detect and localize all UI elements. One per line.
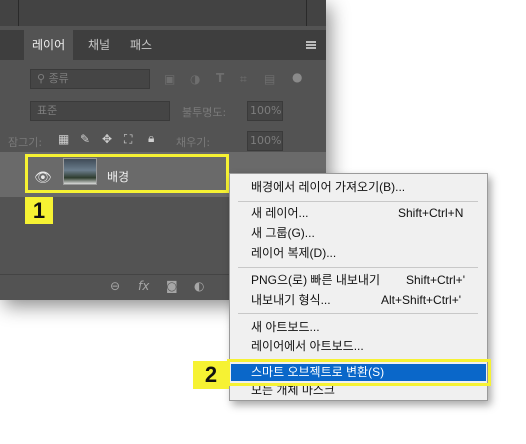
lock-brush-icon[interactable]: ✎	[80, 132, 90, 146]
smart-object-filter-icon[interactable]: ▤	[264, 72, 275, 86]
divider	[18, 0, 19, 26]
panel-menu-icon[interactable]	[306, 41, 316, 49]
filter-kind-label: 종류	[48, 72, 69, 85]
menu-item-new-group[interactable]: 새 그룹(G)...	[231, 225, 486, 242]
tab-layers[interactable]: 레이어	[24, 30, 74, 60]
menu-item-label: PNG으(로) 빠른 내보내기	[251, 273, 380, 287]
menu-separator	[238, 201, 478, 202]
menu-item-export-as[interactable]: 내보내기 형식... Alt+Shift+Ctrl+'	[231, 292, 486, 309]
menu-item-label: 레이어 복제(D)...	[251, 246, 337, 260]
lock-all-icon[interactable]: 🔒︎	[148, 131, 154, 146]
adjustment-icon[interactable]: ◐	[194, 279, 204, 293]
fill-field[interactable]: 100%	[247, 131, 283, 151]
fx-icon[interactable]: fx	[138, 279, 149, 293]
adjustment-filter-icon[interactable]: ◑	[190, 72, 200, 86]
menu-item-label: 배경에서 레이어 가져오기(B)...	[251, 180, 406, 194]
shape-filter-icon[interactable]: ⌗	[240, 72, 247, 87]
menu-item-label: 새 레이어...	[251, 206, 309, 220]
menu-separator	[238, 313, 478, 314]
panel-tabs: 레이어 채널 패스	[0, 30, 326, 60]
tab-paths[interactable]: 패스	[122, 30, 160, 60]
menu-item-shortcut: Shift+Ctrl+N	[398, 206, 464, 220]
menu-item-shortcut: Alt+Shift+Ctrl+'	[381, 293, 461, 307]
layer-highlight-box	[25, 154, 229, 193]
image-filter-icon[interactable]: ▣	[164, 72, 175, 86]
menu-item-duplicate-layer[interactable]: 레이어 복제(D)...	[231, 245, 486, 262]
filter-toggle-icon[interactable]: ●	[292, 70, 302, 84]
step-2-badge: 2	[193, 361, 229, 389]
blend-mode-select[interactable]: 표준	[30, 101, 170, 121]
menu-item-quick-export-png[interactable]: PNG으(로) 빠른 내보내기 Shift+Ctrl+'	[231, 272, 486, 289]
menu-item-shortcut: Shift+Ctrl+'	[406, 273, 465, 287]
menu-item-label: 레이어에서 아트보드...	[251, 339, 364, 353]
menu-separator	[238, 267, 478, 268]
panel-top-strip	[0, 0, 326, 26]
menu-item-label: 새 그룹(G)...	[251, 226, 315, 240]
fill-label: 채우기:	[176, 136, 211, 149]
mask-icon[interactable]: ◙	[166, 279, 178, 293]
menu-item-artboard-from-layers[interactable]: 레이어에서 아트보드...	[231, 338, 486, 355]
menu-item-new-layer[interactable]: 새 레이어... Shift+Ctrl+N	[231, 205, 486, 222]
menu-item-label: 새 아트보드...	[251, 320, 320, 334]
opacity-label: 불투명도:	[182, 106, 227, 119]
link-icon[interactable]: ⊖	[110, 279, 120, 293]
step-1-badge: 1	[25, 197, 53, 224]
lock-label: 잠그기:	[8, 136, 43, 149]
menu-item-label: 내보내기 형식...	[251, 293, 331, 307]
lock-transparency-icon[interactable]: ▦	[58, 132, 69, 146]
filter-kind-select[interactable]: ⚲ 종류	[30, 69, 150, 89]
opacity-field[interactable]: 100%	[247, 101, 283, 121]
search-icon: ⚲	[37, 72, 49, 85]
menu-item-layer-from-background[interactable]: 배경에서 레이어 가져오기(B)...	[231, 179, 486, 196]
divider	[306, 0, 307, 26]
smart-object-highlight-box	[227, 359, 491, 386]
lock-position-icon[interactable]: ✥	[102, 132, 112, 146]
type-filter-icon[interactable]: T	[216, 71, 224, 85]
lock-artboard-icon[interactable]: ⛶	[124, 132, 132, 147]
tab-channels[interactable]: 채널	[80, 30, 118, 60]
menu-item-new-artboard[interactable]: 새 아트보드...	[231, 319, 486, 336]
